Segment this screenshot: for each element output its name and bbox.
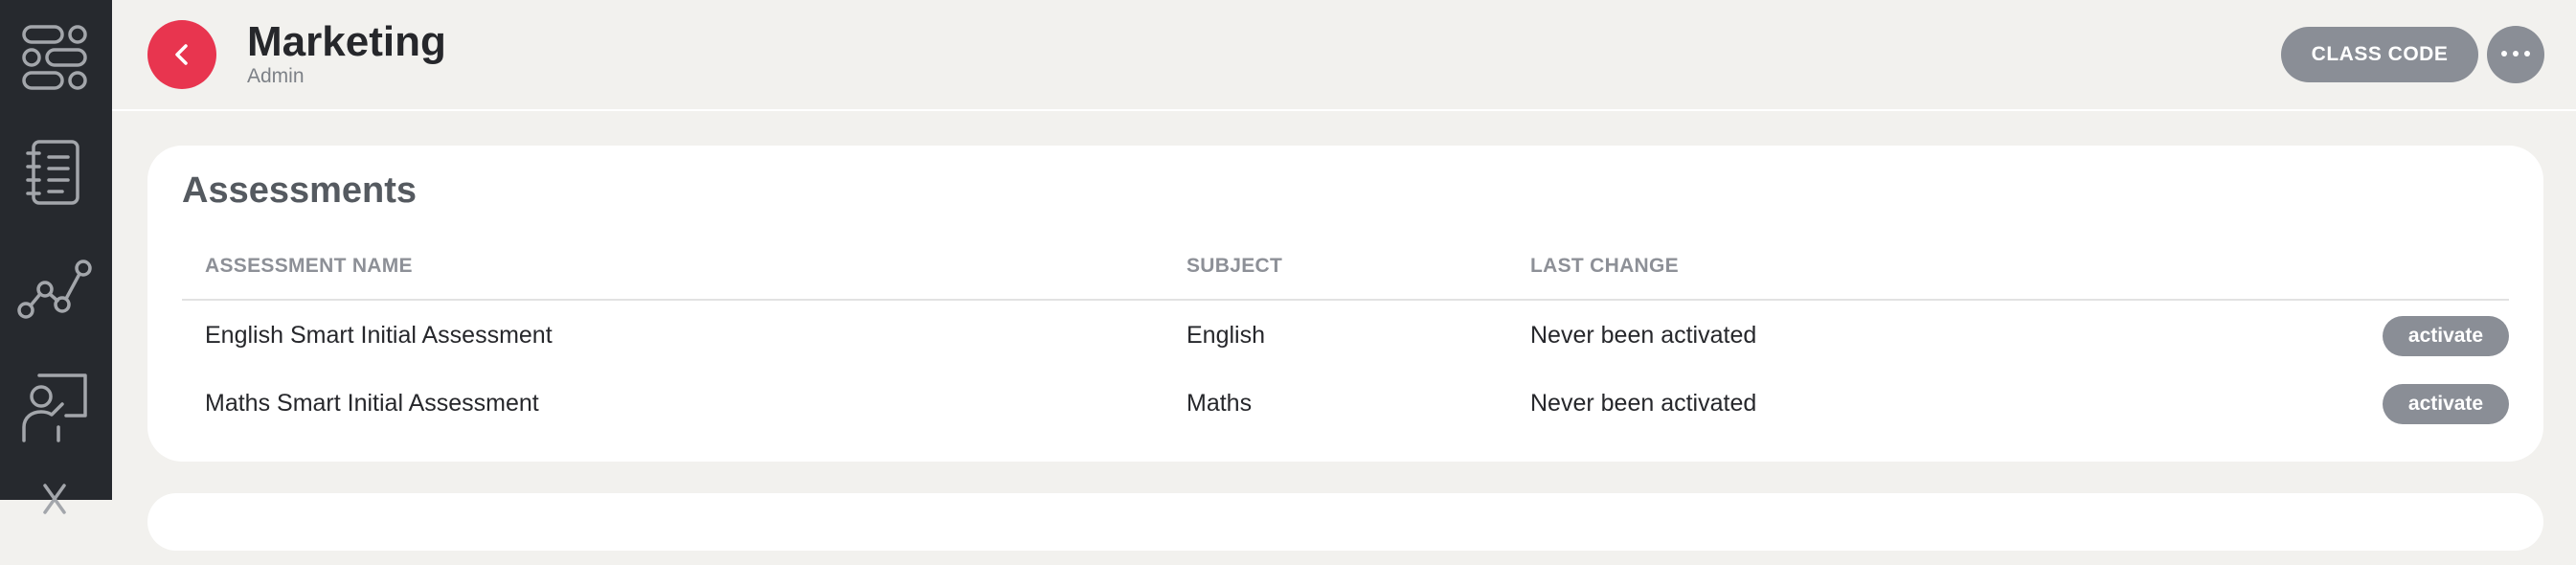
table-divider bbox=[182, 299, 2509, 301]
activate-button[interactable]: activate bbox=[2383, 316, 2509, 356]
page-title: Marketing bbox=[247, 18, 446, 65]
analytics-icon[interactable] bbox=[16, 251, 93, 328]
table-row: English Smart Initial Assessment English… bbox=[182, 306, 2509, 364]
table-row: Maths Smart Initial Assessment Maths Nev… bbox=[182, 374, 2509, 432]
last-change-cell: Never been activated bbox=[1530, 390, 1757, 417]
column-header-last-change: LAST CHANGE bbox=[1530, 255, 1679, 277]
more-horizontal-icon bbox=[2501, 51, 2507, 56]
partial-icon[interactable] bbox=[16, 484, 93, 560]
last-change-cell: Never been activated bbox=[1530, 322, 1757, 349]
subject-cell: English bbox=[1186, 322, 1265, 349]
column-header-subject: SUBJECT bbox=[1186, 255, 1283, 277]
assessments-title: Assessments bbox=[182, 170, 418, 211]
page-subtitle: Admin bbox=[247, 65, 305, 87]
more-dot bbox=[2524, 51, 2530, 56]
next-card bbox=[147, 493, 2543, 551]
column-header-assessment-name: ASSESSMENT NAME bbox=[205, 255, 413, 277]
more-options-button[interactable] bbox=[2487, 26, 2544, 83]
notebook-icon[interactable] bbox=[16, 134, 93, 211]
assessment-name-cell: Maths Smart Initial Assessment bbox=[205, 390, 539, 417]
activate-button[interactable]: activate bbox=[2383, 384, 2509, 424]
sidebar bbox=[0, 0, 112, 514]
chevron-left-icon bbox=[175, 44, 188, 65]
workflow-icon[interactable] bbox=[16, 19, 93, 96]
page-header: Marketing Admin CLASS CODE bbox=[112, 0, 2576, 111]
class-code-button[interactable]: CLASS CODE bbox=[2281, 27, 2478, 82]
back-button[interactable] bbox=[147, 20, 216, 89]
assessments-card: Assessments ASSESSMENT NAME SUBJECT LAST… bbox=[147, 146, 2543, 462]
teacher-icon[interactable] bbox=[16, 368, 93, 444]
subject-cell: Maths bbox=[1186, 390, 1253, 417]
more-dot bbox=[2513, 51, 2519, 56]
assessment-name-cell: English Smart Initial Assessment bbox=[205, 322, 553, 349]
